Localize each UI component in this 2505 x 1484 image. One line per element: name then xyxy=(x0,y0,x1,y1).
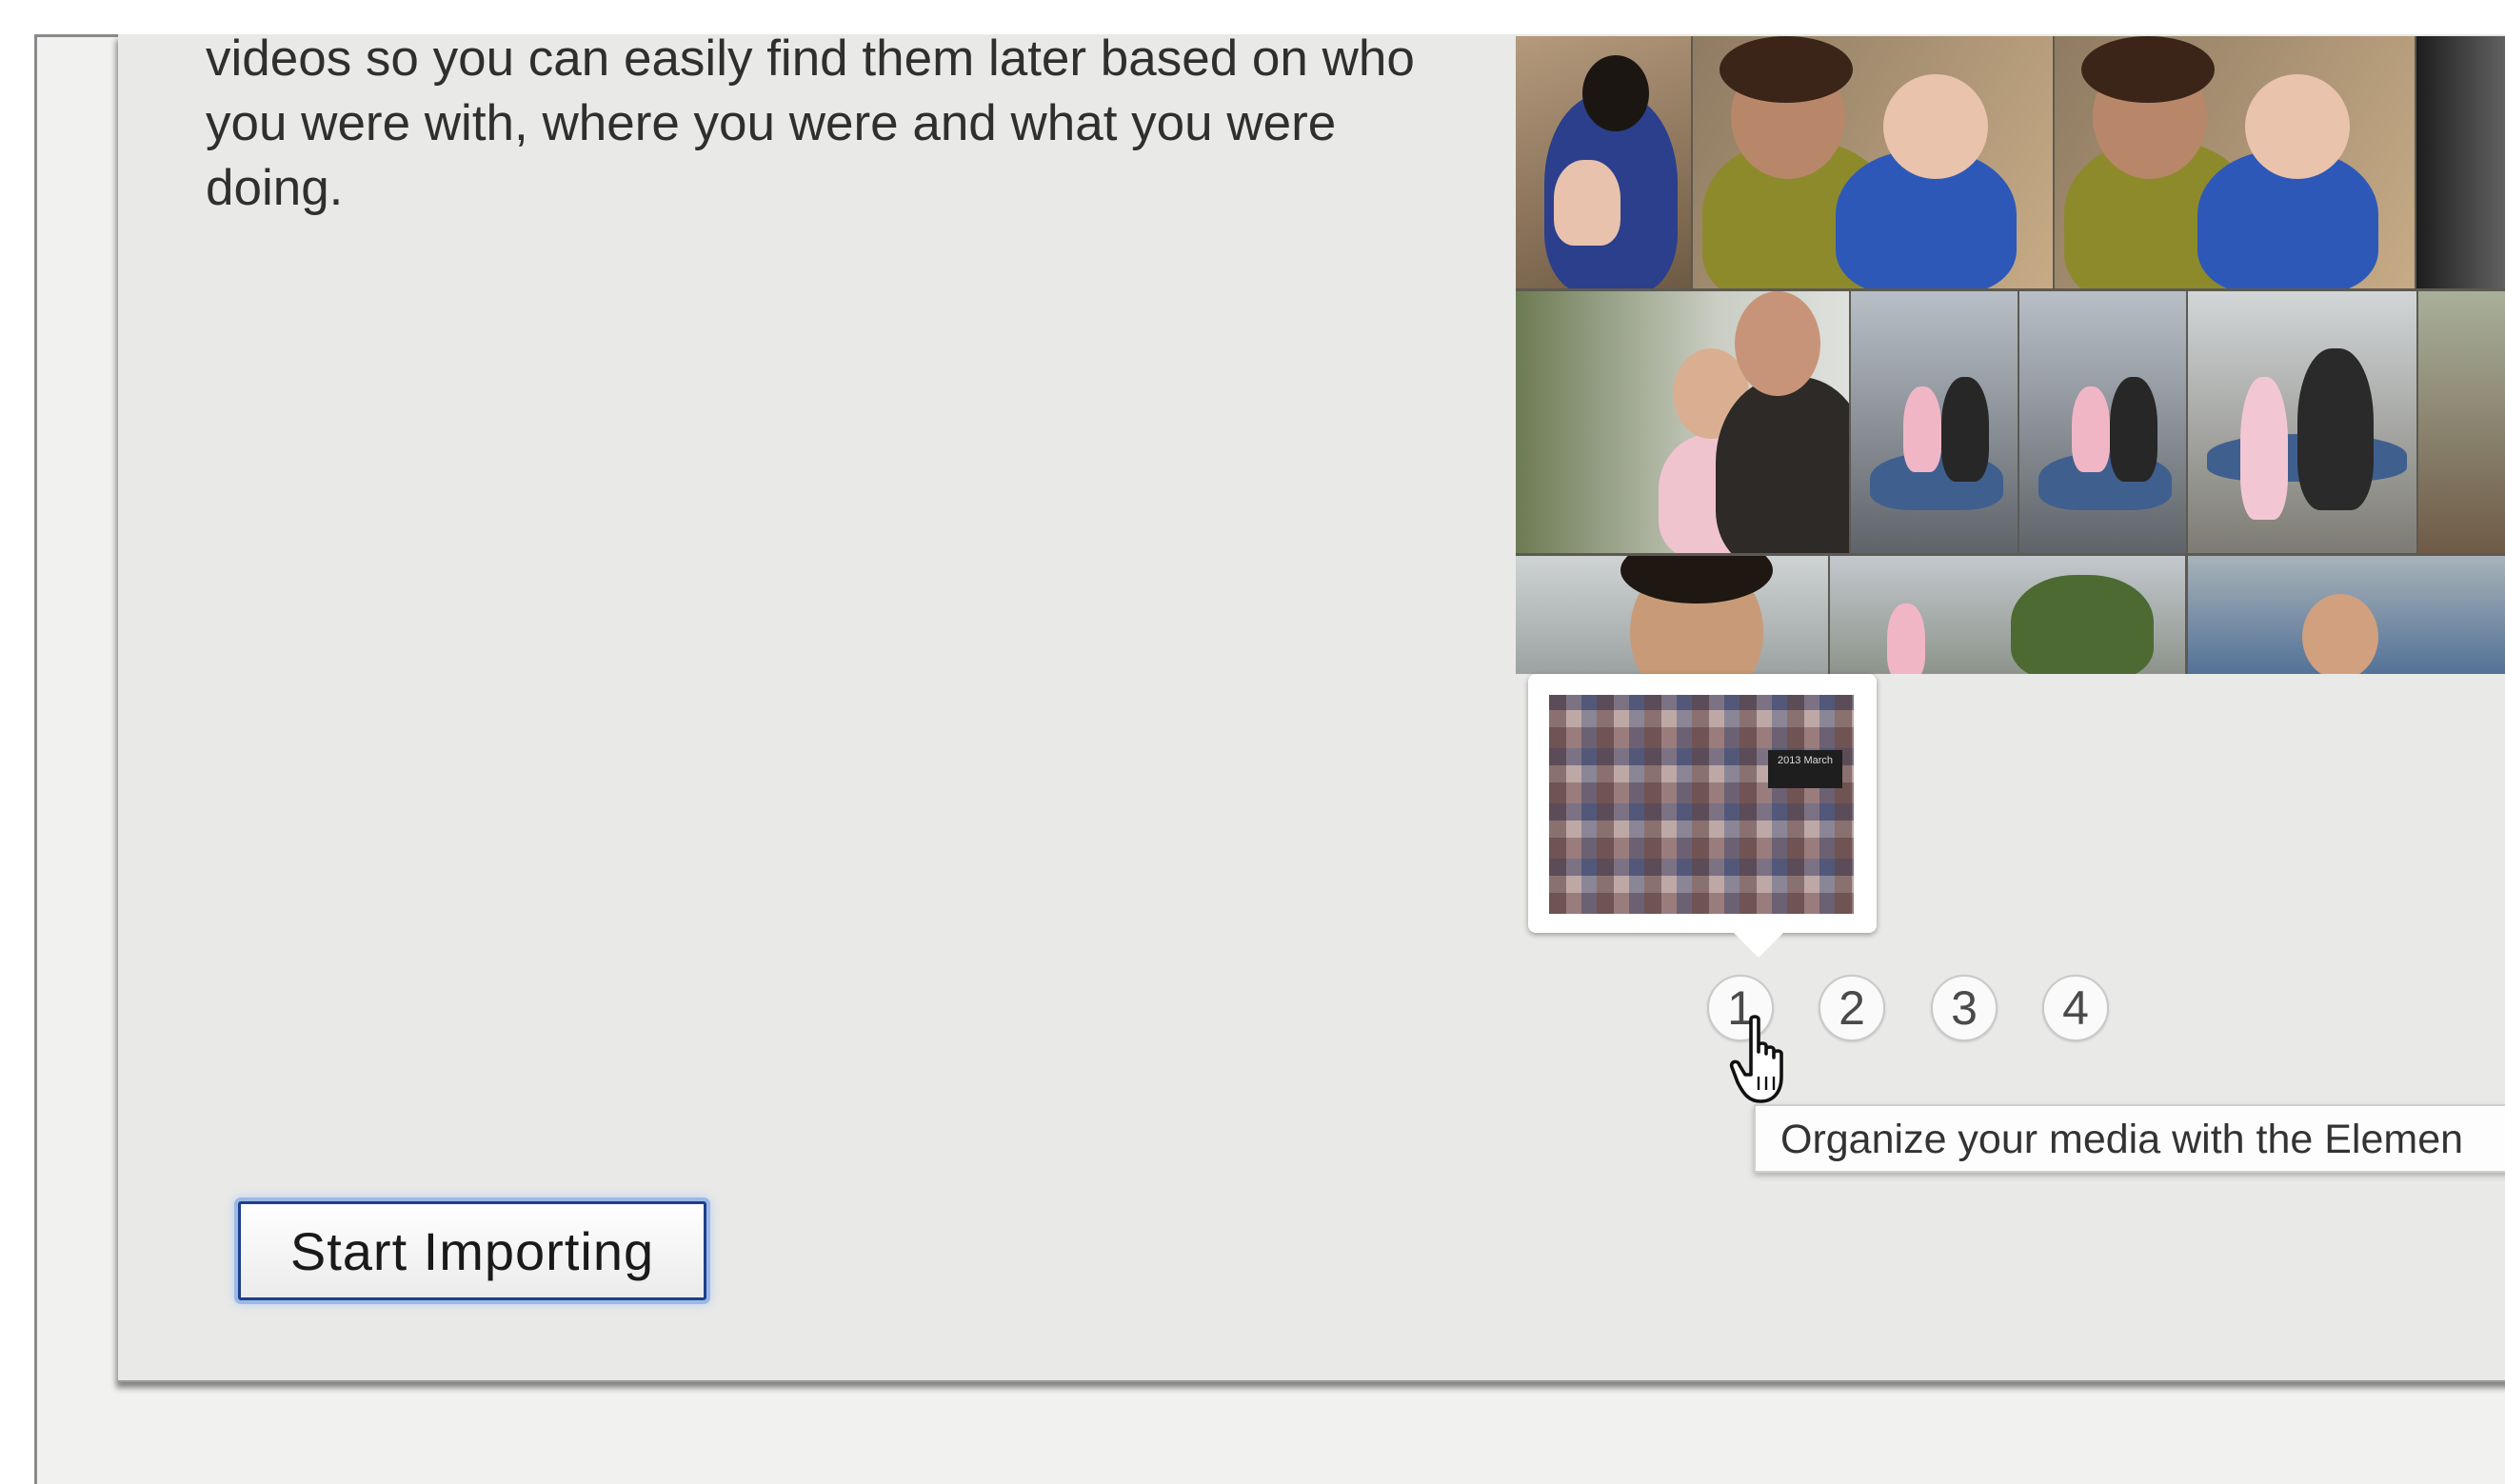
photo-bench-3 xyxy=(2188,291,2416,553)
photo-collage xyxy=(1516,36,2505,674)
page-preview-popover: 2013 March xyxy=(1528,674,1877,958)
photo-grandmother-baby-2 xyxy=(2055,36,2415,288)
pointing-hand-cursor-icon xyxy=(1729,1015,1783,1103)
photo-bench-1 xyxy=(1851,291,2018,553)
page-dot-3[interactable]: 3 xyxy=(1931,975,1998,1041)
preview-date-badge: 2013 March xyxy=(1768,750,1842,788)
preview-thumbnail: 2013 March xyxy=(1549,695,1854,914)
photo-bench-2 xyxy=(2019,291,2186,553)
start-importing-button[interactable]: Start Importing xyxy=(238,1201,706,1300)
photo-girl-closeup xyxy=(1516,556,1828,674)
page-dot-4[interactable]: 4 xyxy=(2042,975,2109,1041)
page-dot-2[interactable]: 2 xyxy=(1819,975,1885,1041)
photo-plants-edge xyxy=(2418,291,2505,553)
photo-girl-tablet-man xyxy=(1516,291,1849,553)
photo-mother-baby-couch xyxy=(1516,36,1691,288)
photo-grandmother-baby-1 xyxy=(1693,36,2053,288)
photo-dark-edge xyxy=(2416,36,2505,288)
feature-description: videos so you can easily find them later… xyxy=(206,30,1415,216)
photo-porch-plant xyxy=(1830,556,2185,674)
page-tooltip: Organize your media with the Elemen xyxy=(1754,1104,2505,1173)
photo-girl-smiling xyxy=(2188,556,2505,674)
